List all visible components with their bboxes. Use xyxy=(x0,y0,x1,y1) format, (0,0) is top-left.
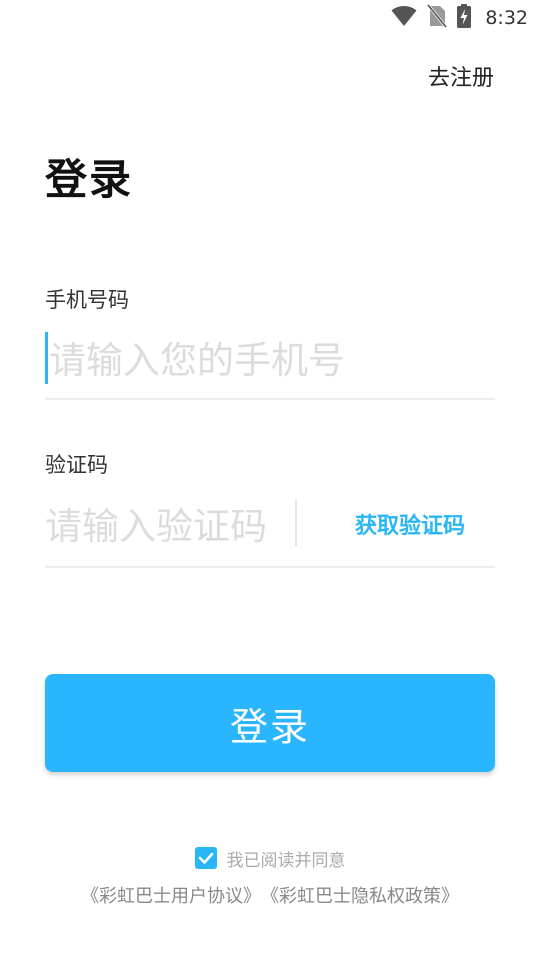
page-title: 登录 xyxy=(45,155,134,204)
wifi-icon xyxy=(391,5,417,31)
get-code-button[interactable]: 获取验证码 xyxy=(345,504,475,544)
login-button[interactable]: 登录 xyxy=(45,674,495,772)
check-icon xyxy=(198,852,213,864)
phone-label: 手机号码 xyxy=(45,288,129,312)
text-cursor xyxy=(45,332,48,384)
code-input[interactable] xyxy=(45,500,285,552)
battery-charging-icon xyxy=(457,4,472,32)
policy-links: 《彩虹巴士用户协议》 《彩虹巴士隐私权政策》 xyxy=(0,880,540,910)
no-sim-icon xyxy=(427,4,448,32)
agree-checkbox[interactable] xyxy=(194,847,217,869)
status-bar: 8:32 xyxy=(0,0,540,36)
agreement-row: 我已阅读并同意 xyxy=(0,844,540,872)
phone-field[interactable] xyxy=(45,330,495,400)
privacy-policy-link[interactable]: 《彩虹巴士隐私权政策》 xyxy=(261,882,459,908)
register-link[interactable]: 去注册 xyxy=(428,60,494,92)
phone-input[interactable] xyxy=(49,334,489,386)
code-field[interactable]: 获取验证码 xyxy=(45,496,495,568)
status-icons: 8:32 xyxy=(391,4,528,32)
agree-text: 我已阅读并同意 xyxy=(226,850,346,871)
code-divider xyxy=(295,500,297,546)
user-agreement-link[interactable]: 《彩虹巴士用户协议》 xyxy=(81,882,261,908)
code-label: 验证码 xyxy=(45,453,108,477)
status-time: 8:32 xyxy=(485,7,528,29)
